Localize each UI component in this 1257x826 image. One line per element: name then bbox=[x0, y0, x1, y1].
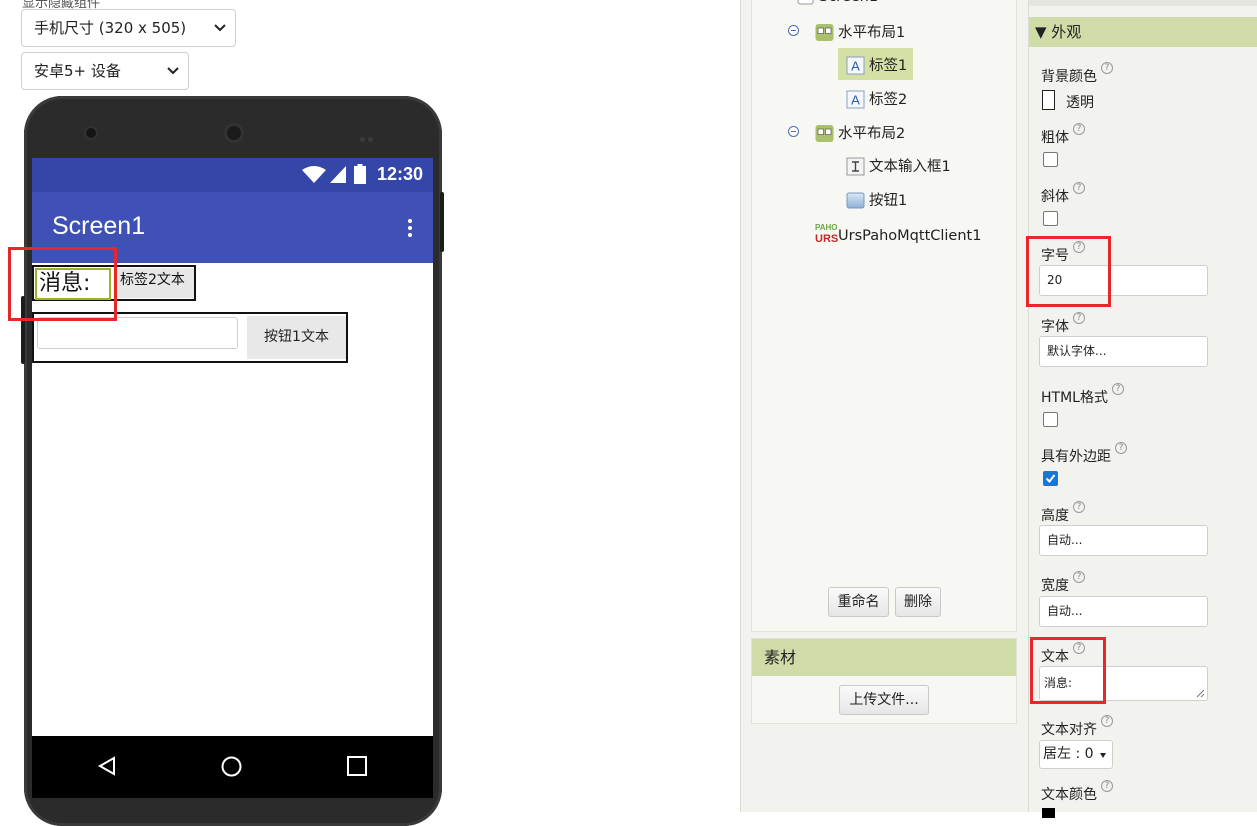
italic-checkbox[interactable] bbox=[1043, 211, 1058, 226]
bold-checkbox[interactable] bbox=[1043, 152, 1058, 167]
label-icon: A bbox=[846, 90, 865, 109]
tree-item-label: 水平布局2 bbox=[838, 126, 906, 142]
status-time: 12:30 bbox=[376, 164, 423, 184]
collapse-toggle-icon[interactable] bbox=[788, 25, 799, 36]
tree-item-label: Screen1 bbox=[819, 0, 878, 10]
resize-handle-icon[interactable] bbox=[1196, 689, 1205, 698]
delete-button[interactable]: 删除 bbox=[895, 587, 941, 617]
prop-height-label: 高度? bbox=[1041, 501, 1085, 525]
chevron-down-icon bbox=[167, 67, 179, 75]
help-icon[interactable]: ? bbox=[1073, 571, 1085, 583]
device-select-value: 安卓5+ 设备 bbox=[34, 62, 121, 80]
paho-logo-top: PAHO bbox=[815, 223, 838, 232]
earpiece-speaker-icon bbox=[224, 123, 244, 143]
media-panel: 素材 上传文件... bbox=[751, 638, 1017, 724]
button-1[interactable]: 按钮1文本 bbox=[247, 316, 346, 359]
color-swatch[interactable] bbox=[1042, 90, 1055, 110]
html-format-checkbox[interactable] bbox=[1043, 412, 1058, 427]
properties-panel: ▼ 外观 背景颜色? 透明 粗体? 斜体? 字号? 20 字体? 默认字体...… bbox=[1026, 0, 1257, 818]
tree-item-label: 标签2 bbox=[869, 92, 908, 108]
paho-extension-icon: PAHO URS bbox=[815, 223, 839, 245]
recents-icon[interactable] bbox=[347, 756, 367, 776]
upload-file-button[interactable]: 上传文件... bbox=[839, 685, 929, 715]
horizontal-arrangement-icon bbox=[815, 125, 834, 142]
viewer-panel: 显示隐藏组件 手机尺寸 (320 x 505) 安卓5+ 设备 12:30 Sc… bbox=[0, 0, 740, 826]
home-icon[interactable] bbox=[221, 756, 242, 777]
sensor-dots-icon bbox=[360, 130, 378, 142]
navigation-bar bbox=[32, 736, 433, 798]
prop-width-label: 宽度? bbox=[1041, 571, 1085, 595]
prop-text-alignment-label: 文本对齐? bbox=[1041, 715, 1113, 739]
appearance-section-header[interactable]: ▼ 外观 bbox=[1029, 17, 1257, 47]
front-camera-icon bbox=[86, 128, 96, 138]
prop-italic-label: 斜体? bbox=[1041, 182, 1085, 206]
battery-icon bbox=[354, 164, 366, 184]
phone-size-select[interactable]: 手机尺寸 (320 x 505) bbox=[21, 9, 236, 47]
rename-button[interactable]: 重命名 bbox=[828, 587, 889, 617]
components-panel: Screen1 水平布局1 A 标签1 A 标签2 bbox=[740, 0, 1028, 812]
help-icon[interactable]: ? bbox=[1101, 715, 1113, 727]
textbox-1[interactable] bbox=[37, 317, 238, 349]
help-icon[interactable]: ? bbox=[1073, 182, 1085, 194]
screen-icon bbox=[797, 0, 814, 5]
textbox-icon bbox=[846, 157, 865, 176]
tree-item-label: 标签1 bbox=[869, 58, 908, 74]
help-icon[interactable]: ? bbox=[1111, 383, 1124, 395]
prop-background-color-label: 背景颜色? bbox=[1041, 62, 1113, 86]
cellular-signal-icon bbox=[330, 166, 346, 183]
collapse-toggle-icon[interactable] bbox=[788, 126, 799, 137]
media-title: 素材 bbox=[752, 639, 1016, 676]
component-tree: Screen1 水平布局1 A 标签1 A 标签2 bbox=[751, 0, 1017, 632]
help-icon[interactable]: ? bbox=[1073, 123, 1085, 135]
tree-item-label: 水平布局1 bbox=[838, 25, 906, 41]
help-icon[interactable]: ? bbox=[1073, 501, 1085, 513]
prop-background-color-value: 透明 bbox=[1066, 95, 1094, 111]
back-icon[interactable] bbox=[97, 756, 117, 776]
phone-side-button bbox=[440, 192, 444, 252]
highlight-box bbox=[1030, 637, 1106, 704]
help-icon[interactable]: ? bbox=[1073, 312, 1085, 324]
prop-bold-label: 粗体? bbox=[1041, 123, 1085, 147]
properties-top-strip bbox=[1029, 0, 1257, 6]
text-color-swatch[interactable] bbox=[1042, 808, 1055, 818]
paho-logo-bottom: URS bbox=[815, 233, 839, 245]
horizontal-arrangement-icon bbox=[815, 24, 834, 41]
checkmark-icon bbox=[1045, 474, 1056, 484]
help-icon[interactable]: ? bbox=[1101, 780, 1113, 792]
device-select[interactable]: 安卓5+ 设备 bbox=[21, 52, 189, 90]
overflow-menu-icon[interactable] bbox=[408, 219, 412, 240]
text-alignment-value: 居左 : 0 bbox=[1043, 746, 1094, 762]
tree-item-label: 按钮1 bbox=[869, 193, 908, 209]
prop-has-margins-label: 具有外边距? bbox=[1041, 442, 1127, 466]
screen-title: Screen1 bbox=[52, 212, 146, 240]
dropdown-arrow-icon bbox=[1100, 753, 1106, 758]
text-alignment-select[interactable]: 居左 : 0 bbox=[1039, 740, 1113, 769]
prop-typeface-label: 字体? bbox=[1041, 312, 1085, 336]
label-icon: A bbox=[846, 56, 865, 75]
height-picker[interactable]: 自动... bbox=[1039, 525, 1208, 556]
prop-html-format-label: HTML格式? bbox=[1041, 383, 1124, 407]
button-icon bbox=[846, 192, 865, 209]
label-2[interactable]: 标签2文本 bbox=[114, 268, 194, 298]
tree-item-label: 文本输入框1 bbox=[869, 159, 951, 175]
chevron-down-icon bbox=[214, 24, 226, 32]
help-icon[interactable]: ? bbox=[1115, 442, 1127, 454]
phone-size-select-value: 手机尺寸 (320 x 505) bbox=[34, 19, 187, 37]
svg-text:A: A bbox=[851, 93, 860, 108]
help-icon[interactable]: ? bbox=[1101, 62, 1113, 74]
svg-text:A: A bbox=[851, 59, 860, 74]
highlight-box bbox=[8, 247, 117, 321]
tree-item-label: UrsPahoMqttClient1 bbox=[838, 228, 982, 244]
highlight-box bbox=[1026, 236, 1111, 307]
wifi-icon bbox=[302, 166, 326, 183]
status-bar: 12:30 bbox=[32, 158, 433, 192]
prop-text-color-label: 文本颜色? bbox=[1041, 780, 1113, 804]
has-margins-checkbox[interactable] bbox=[1043, 471, 1058, 486]
width-picker[interactable]: 自动... bbox=[1039, 596, 1208, 627]
typeface-picker[interactable]: 默认字体... bbox=[1039, 336, 1208, 367]
